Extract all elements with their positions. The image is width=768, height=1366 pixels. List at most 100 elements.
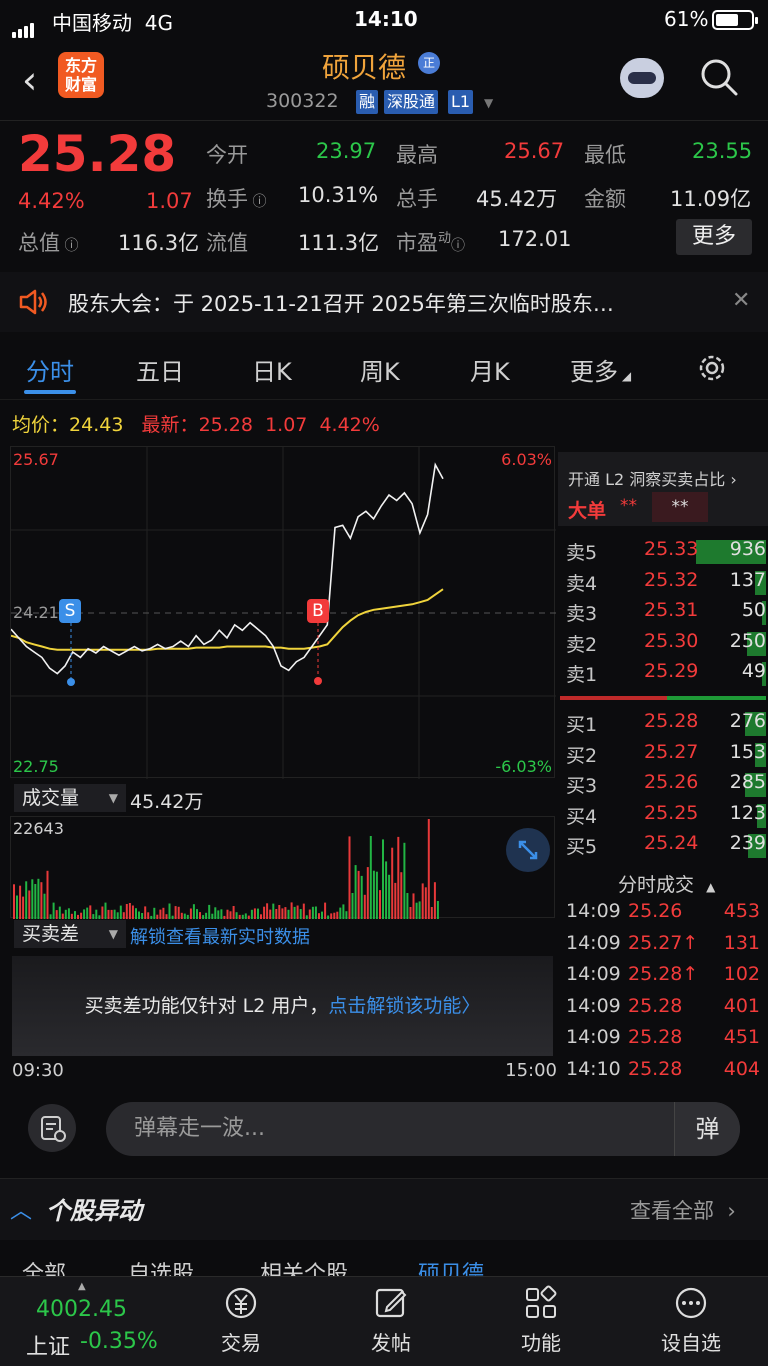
view-all-link[interactable]: 查看全部 ›	[630, 1195, 736, 1225]
ask-label: 卖2	[566, 633, 598, 656]
danmu-settings-icon[interactable]	[28, 1104, 76, 1152]
bsd-unlock-link[interactable]: 解锁查看最新实时数据	[130, 923, 310, 949]
notice-text[interactable]: 股东大会：于 2025-11-21召开 2025年第三次临时股东…	[68, 288, 614, 318]
volume-bar	[74, 911, 76, 919]
tab-daily-k[interactable]: 日K	[252, 352, 292, 387]
chevron-down-icon[interactable]: ▼	[484, 96, 493, 110]
section-title: 个股异动	[46, 1197, 142, 1225]
back-icon[interactable]: ‹	[22, 58, 37, 102]
time-axis-start: 09:30	[12, 1060, 64, 1081]
nav-trade[interactable]: 交易	[196, 1285, 286, 1356]
search-icon[interactable]	[700, 58, 738, 96]
bid-price: 25.25	[644, 801, 699, 824]
more-dots-icon	[675, 1287, 707, 1319]
more-button[interactable]: 更多	[676, 219, 752, 255]
bid-ask-ratio-bar	[560, 696, 766, 700]
last-price: 25.28	[18, 125, 177, 183]
nav-add-watchlist[interactable]: 设自选	[646, 1285, 736, 1356]
volume-chart[interactable]: 22643	[10, 816, 555, 919]
subtab-all[interactable]: 全部	[22, 1256, 66, 1276]
notice-bar[interactable]: 股东大会：于 2025-11-21召开 2025年第三次临时股东… ✕	[0, 272, 768, 332]
volume-dropdown[interactable]: 成交量 ▼	[14, 784, 126, 812]
close-icon[interactable]: ✕	[732, 288, 750, 313]
bid-row[interactable]: 买2 25.27 153	[566, 741, 766, 771]
chart-info-line: 均价：24.43 最新：25.28 1.07 4.42%	[12, 414, 380, 436]
tick-price: 25.27↑	[628, 931, 699, 954]
subtab-related[interactable]: 相关个股	[260, 1256, 348, 1276]
subtab-watchlist[interactable]: 自选股	[128, 1256, 194, 1276]
volume-bar	[244, 913, 247, 919]
bid-row[interactable]: 买5 25.24 239	[566, 832, 766, 862]
volume-bar	[257, 908, 259, 919]
volume-bars	[13, 819, 439, 919]
sell-marker[interactable]: S	[59, 599, 81, 623]
volume-bar	[192, 904, 195, 919]
l2-promo[interactable]: 开通 L2 洞察买卖占比 › 大单 ** **	[558, 452, 768, 526]
nav-post[interactable]: 发帖	[346, 1285, 436, 1356]
volume-bar	[55, 910, 58, 919]
expand-chart-button[interactable]	[506, 828, 550, 872]
volume-bar	[321, 911, 323, 919]
volume-bar	[406, 893, 409, 919]
assistant-robot-icon[interactable]	[620, 58, 664, 98]
ask-row[interactable]: 卖5 25.33 936	[566, 538, 766, 568]
volume-bar	[37, 878, 40, 919]
volume-bar	[421, 883, 424, 919]
ticks-title: 分时成交 ▲	[618, 874, 716, 896]
volume-bar	[31, 879, 34, 919]
danmu-toggle-button[interactable]: 弹	[674, 1102, 740, 1156]
bid-row[interactable]: 买3 25.26 285	[566, 771, 766, 801]
ask-row[interactable]: 卖2 25.30 250	[566, 630, 766, 660]
ask-row[interactable]: 卖1 25.29 49	[566, 660, 766, 690]
volume-bar	[223, 915, 226, 919]
open-label: 今开	[206, 143, 248, 167]
volume-bar	[345, 911, 348, 919]
volume-bar	[333, 912, 336, 919]
bid-label: 买3	[566, 775, 598, 797]
period-tabs: 分时 五日 日K 周K 月K 更多 ◢	[0, 340, 768, 400]
volume-bar	[357, 870, 360, 919]
volume-bar	[208, 904, 211, 919]
tick-volume: 453	[723, 900, 760, 922]
sell-point	[67, 678, 75, 686]
bsd-lock-box[interactable]: 买卖差功能仅针对 L2 用户，点击解锁该功能〉	[12, 956, 553, 1056]
volume-bar	[125, 904, 128, 919]
nav-functions[interactable]: 功能	[496, 1285, 586, 1356]
bid-row[interactable]: 买1 25.28 276	[566, 710, 766, 740]
index-change[interactable]: -0.35%	[80, 1329, 158, 1354]
volume-max: 22643	[13, 819, 64, 838]
stock-name[interactable]: 硕贝德	[322, 46, 406, 86]
bsd-dropdown[interactable]: 买卖差 ▼	[14, 920, 126, 948]
tab-monthly-k[interactable]: 月K	[470, 352, 510, 387]
volume-bar	[122, 912, 125, 919]
ask-row[interactable]: 卖4 25.32 137	[566, 569, 766, 599]
intraday-chart-svg	[11, 447, 556, 779]
danmu-bar: 弹幕走一波... 弹	[0, 1086, 768, 1172]
danmu-input[interactable]: 弹幕走一波...	[106, 1102, 740, 1156]
tab-intraday[interactable]: 分时	[26, 352, 74, 387]
tab-more[interactable]: 更多 ◢	[570, 352, 631, 387]
buy-marker[interactable]: B	[307, 599, 329, 623]
gear-icon[interactable]	[696, 352, 728, 384]
index-value[interactable]: 4002.45	[36, 1297, 127, 1322]
subtab-stock[interactable]: 硕贝德	[418, 1256, 484, 1276]
tick-volume: 451	[723, 1026, 760, 1048]
collapse-icon[interactable]: ︿	[10, 1193, 32, 1225]
index-name[interactable]: 上证	[26, 1329, 70, 1361]
intraday-chart[interactable]: S B 25.67 6.03% 24.21 22.75 -6.03%	[10, 446, 556, 779]
volume-bar	[22, 896, 25, 919]
carrier: 中国移动 4G	[52, 11, 173, 35]
tab-weekly-k[interactable]: 周K	[360, 352, 400, 387]
bsd-lock-link[interactable]: 点击解锁该功能〉	[328, 995, 480, 1017]
bid-row[interactable]: 买4 25.25 123	[566, 802, 766, 832]
tag-margin: 融	[356, 90, 379, 114]
change-value: 1.07	[146, 189, 193, 213]
float-value: 111.3亿	[298, 231, 380, 255]
ask-row[interactable]: 卖3 25.31 50	[566, 599, 766, 629]
volume-bar	[379, 890, 381, 919]
nav-trade-label: 交易	[221, 1331, 261, 1355]
tick-time: 14:09	[566, 1026, 621, 1048]
volume-bar	[302, 903, 305, 919]
amount-label: 金额	[584, 187, 626, 211]
tab-five-day[interactable]: 五日	[136, 352, 184, 387]
